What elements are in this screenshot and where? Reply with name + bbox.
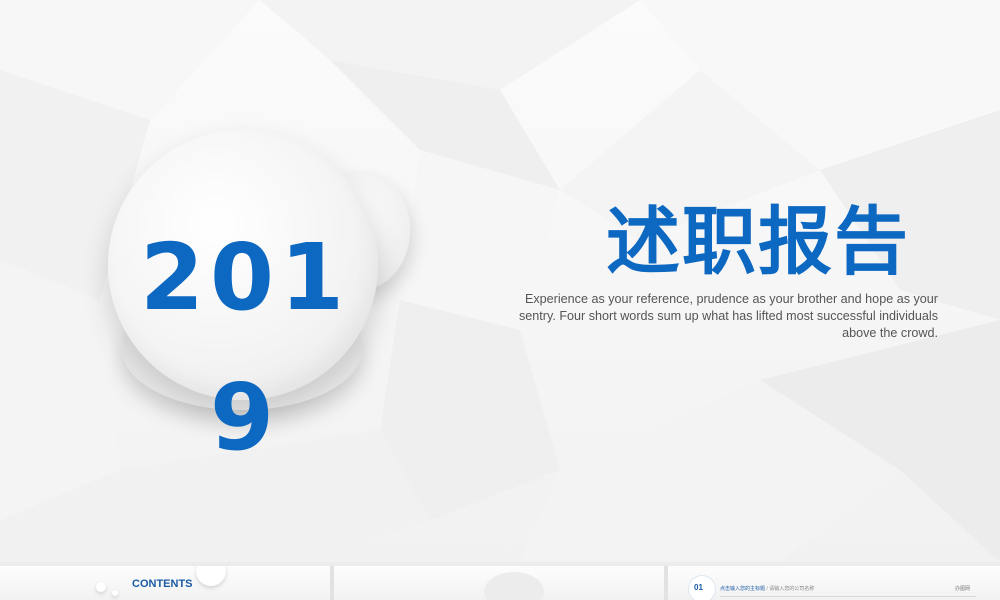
- breadcrumb-separator: /: [766, 586, 768, 592]
- thumbnail-section-slide[interactable]: 01 点击输入您的主标题 / 请输入您的公司名称 办图网: [668, 566, 1000, 600]
- thumbnail-breadcrumb: 点击输入您的主标题 / 请输入您的公司名称: [720, 585, 814, 592]
- year-text[interactable]: 2019: [130, 208, 360, 488]
- thumbnail-bubble: [112, 590, 118, 596]
- thumbnail-strip: CONTENTS 01 点击输入您的主标题 / 请输入您的公司名称 办图网: [0, 566, 1000, 600]
- thumbnail-shape: [484, 572, 544, 600]
- thumbnail-bubble: [196, 566, 226, 586]
- thumbnail-divider: [720, 596, 976, 597]
- slide-subtitle[interactable]: Experience as your reference, prudence a…: [510, 291, 938, 342]
- section-number: 01: [694, 583, 703, 592]
- contents-label: CONTENTS: [132, 578, 193, 590]
- thumbnail-bubble: [96, 582, 106, 592]
- breadcrumb-sub: 请输入您的公司名称: [769, 586, 815, 592]
- breadcrumb-main: 点击输入您的主标题: [720, 586, 766, 592]
- slide-title[interactable]: 述职报告: [560, 196, 910, 288]
- thumbnail-right-text: 办图网: [954, 586, 970, 592]
- slide-canvas[interactable]: 2019 述职报告 Experience as your reference, …: [0, 0, 1000, 562]
- thumbnail-slide-2[interactable]: [334, 566, 664, 600]
- thumbnail-contents-slide[interactable]: CONTENTS: [0, 566, 330, 600]
